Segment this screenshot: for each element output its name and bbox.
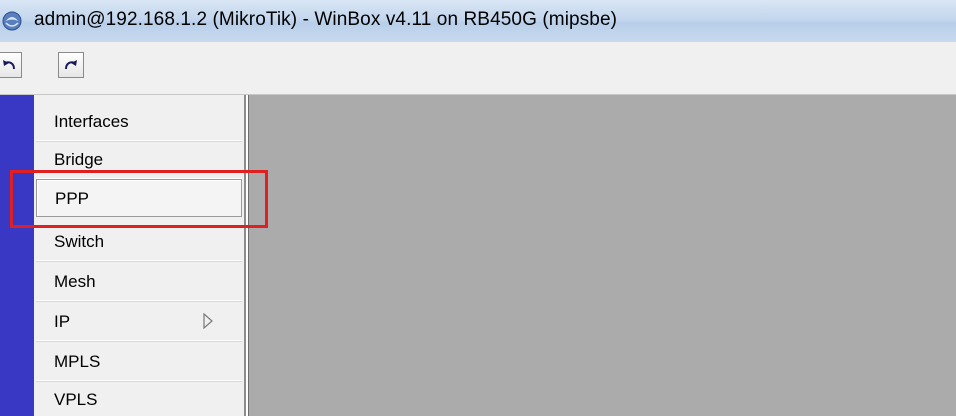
winbox-app-icon — [2, 11, 22, 31]
redo-button[interactable] — [58, 52, 84, 78]
menu-item-switch[interactable]: Switch — [36, 223, 242, 261]
menu-item-ip[interactable]: IP — [36, 303, 242, 341]
menu-item-label: VPLS — [54, 390, 98, 409]
submenu-arrow-icon — [203, 313, 213, 329]
undo-button[interactable] — [0, 52, 22, 78]
undo-icon — [3, 60, 15, 70]
title-bar: admin@192.168.1.2 (MikroTik) - WinBox v4… — [0, 0, 956, 42]
window-title: admin@192.168.1.2 (MikroTik) - WinBox v4… — [34, 9, 618, 30]
main-menu: Interfaces Bridge PPP Switch Mesh IP MPL… — [34, 95, 246, 416]
highlight-box — [10, 170, 268, 228]
menu-item-label: Mesh — [54, 272, 96, 291]
workspace-area — [248, 95, 956, 416]
menu-item-interfaces[interactable]: Interfaces — [36, 103, 242, 141]
menu-item-mpls[interactable]: MPLS — [36, 343, 242, 381]
sidebar-strip — [0, 95, 34, 416]
menu-item-label: IP — [54, 312, 71, 331]
redo-icon — [65, 60, 77, 70]
winbox-window: admin@192.168.1.2 (MikroTik) - WinBox v4… — [0, 0, 956, 416]
toolbar — [0, 42, 956, 95]
menu-item-label: Interfaces — [54, 112, 129, 131]
menu-item-label: Bridge — [54, 150, 104, 169]
menu-item-label: Switch — [54, 232, 105, 251]
menu-item-label: MPLS — [54, 352, 101, 371]
menu-item-vpls[interactable]: VPLS — [36, 381, 242, 416]
menu-item-mesh[interactable]: Mesh — [36, 263, 242, 301]
